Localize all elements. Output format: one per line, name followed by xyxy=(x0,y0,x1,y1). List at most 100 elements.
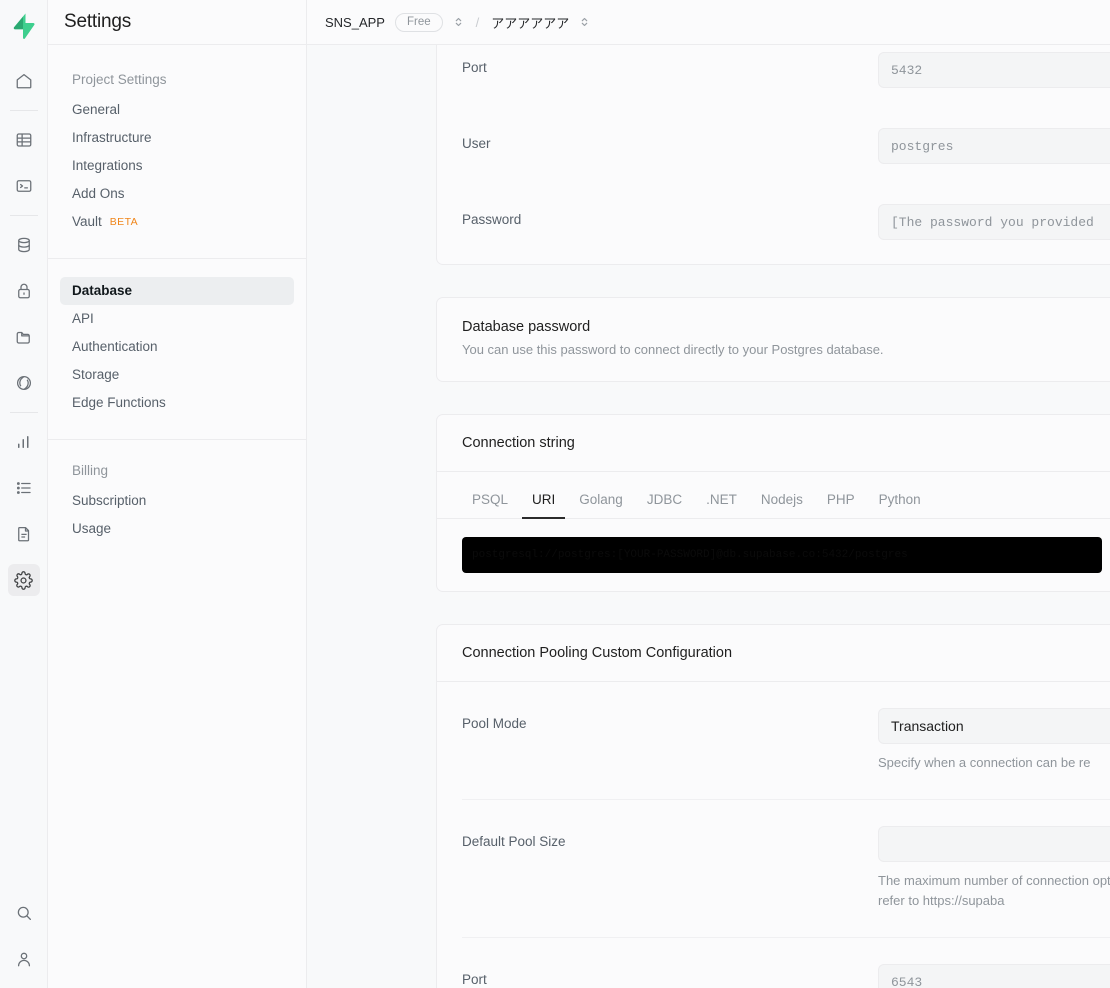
field-label: User xyxy=(462,136,491,151)
search-icon[interactable] xyxy=(8,897,40,929)
sidebar-item-api[interactable]: API xyxy=(60,305,294,333)
chevron-updown-icon[interactable] xyxy=(579,15,590,29)
connection-pooling-header: Connection Pooling Custom Configuration xyxy=(437,625,1110,682)
panel-description: You can use this password to connect dir… xyxy=(462,342,884,357)
sidebar-item-label: Vault xyxy=(72,214,102,229)
tab-nodejs[interactable]: Nodejs xyxy=(751,486,813,519)
page-title: Settings xyxy=(64,11,132,32)
rail-divider xyxy=(9,215,38,216)
default-pool-size-input[interactable] xyxy=(878,826,1110,863)
port-input[interactable]: 5432 xyxy=(878,52,1110,88)
sidebar-item-add-ons[interactable]: Add Ons xyxy=(60,180,294,208)
rail-divider xyxy=(9,110,38,111)
field-row-pooler-port: Port 6543 xyxy=(462,938,1110,988)
logs-icon[interactable] xyxy=(8,472,40,504)
main-area: SNS_APP Free / アアアアアア Port 5432 User pos… xyxy=(307,0,1110,988)
account-icon[interactable] xyxy=(8,943,40,975)
edge-functions-icon[interactable] xyxy=(8,367,40,399)
sidebar-item-label: Infrastructure xyxy=(72,130,152,145)
nav-group-billing: Billing Subscription Usage xyxy=(60,458,294,543)
rail-divider xyxy=(9,412,38,413)
sidebar-item-integrations[interactable]: Integrations xyxy=(60,152,294,180)
sidebar-item-label: Database xyxy=(72,283,133,298)
supabase-logo[interactable] xyxy=(0,6,48,46)
pool-mode-select[interactable]: Transaction xyxy=(878,708,1110,744)
api-docs-icon[interactable] xyxy=(8,518,40,550)
sidebar-item-label: API xyxy=(72,311,94,326)
breadcrumb-branch[interactable]: アアアアアア xyxy=(491,13,569,32)
connection-info-body: Port 5432 User postgres Password [The pa… xyxy=(437,45,1110,264)
field-control: 5432 xyxy=(878,52,1110,88)
sidebar-item-infrastructure[interactable]: Infrastructure xyxy=(60,124,294,152)
panel-title: Connection Pooling Custom Configuration xyxy=(462,645,733,661)
rail-bottom-group xyxy=(8,890,40,988)
field-row-default-pool-size: Default Pool Size The maximum number of … xyxy=(462,800,1110,939)
primary-icon-rail xyxy=(0,0,48,988)
field-label: Password xyxy=(462,212,522,227)
field-row-user: User postgres xyxy=(462,108,1110,184)
connection-info-panel: Port 5432 User postgres Password [The pa… xyxy=(436,45,1110,265)
home-icon[interactable] xyxy=(8,65,40,97)
settings-scroll-container[interactable]: Port 5432 User postgres Password [The pa… xyxy=(307,45,1110,988)
chevron-updown-icon[interactable] xyxy=(453,15,464,29)
sidebar-item-label: Usage xyxy=(72,521,112,536)
connection-string-panel: Connection string PSQL URI Golang JDBC .… xyxy=(436,414,1110,592)
sidebar-item-vault[interactable]: Vault BETA xyxy=(60,208,294,236)
beta-badge: BETA xyxy=(109,216,139,228)
table-editor-icon[interactable] xyxy=(8,124,40,156)
tab-jdbc[interactable]: JDBC xyxy=(637,486,692,519)
field-help: Specify when a connection can be re xyxy=(878,755,1091,770)
breadcrumb-project[interactable]: SNS_APP xyxy=(325,15,385,30)
sidebar-item-storage[interactable]: Storage xyxy=(60,361,294,389)
tab-python[interactable]: Python xyxy=(869,486,931,519)
field-control: 6543 xyxy=(878,964,1110,988)
tab-golang[interactable]: Golang xyxy=(569,486,633,519)
reports-icon[interactable] xyxy=(8,426,40,458)
field-control: The maximum number of connection optimiz… xyxy=(878,826,1110,911)
tab-psql[interactable]: PSQL xyxy=(462,486,518,519)
user-input[interactable]: postgres xyxy=(878,128,1110,164)
tab-php[interactable]: PHP xyxy=(817,486,865,519)
storage-icon[interactable] xyxy=(8,321,40,353)
database-icon[interactable] xyxy=(8,229,40,261)
sidebar-item-usage[interactable]: Usage xyxy=(60,515,294,543)
sidebar-item-label: Authentication xyxy=(72,339,158,354)
breadcrumb: SNS_APP Free / アアアアアア xyxy=(307,0,1110,45)
connection-string-code[interactable]: postgresql://postgres:[YOUR-PASSWORD]@db… xyxy=(462,537,1102,573)
field-label: Pool Mode xyxy=(462,716,527,731)
connection-pooling-body: Pool Mode Transaction Specify when a con… xyxy=(437,682,1110,988)
database-password-header: Database password You can use this passw… xyxy=(437,298,1110,381)
sidebar-item-label: Storage xyxy=(72,367,120,382)
sidebar-item-label: Integrations xyxy=(72,158,143,173)
sidebar-item-subscription[interactable]: Subscription xyxy=(60,487,294,515)
database-password-panel: Database password You can use this passw… xyxy=(436,297,1110,382)
sidebar-item-edge-functions[interactable]: Edge Functions xyxy=(60,389,294,417)
panel-title: Database password xyxy=(462,319,591,335)
settings-content: Port 5432 User postgres Password [The pa… xyxy=(307,45,1110,988)
sidebar-divider xyxy=(48,258,306,259)
sidebar-divider xyxy=(48,439,306,440)
connection-string-tabs: PSQL URI Golang JDBC .NET Nodejs PHP Pyt… xyxy=(437,472,1110,519)
sidebar-item-label: Subscription xyxy=(72,493,147,508)
sidebar-item-general[interactable]: General xyxy=(60,96,294,124)
tab-dotnet[interactable]: .NET xyxy=(696,486,747,519)
settings-sidebar: Settings Project Settings General Infras… xyxy=(48,0,307,988)
panel-title: Connection string xyxy=(462,435,575,451)
nav-group-configuration: Database API Authentication Storage Edge… xyxy=(60,277,294,417)
plan-badge[interactable]: Free xyxy=(394,12,443,32)
sidebar-item-database[interactable]: Database xyxy=(60,277,294,305)
password-input[interactable]: [The password you provided xyxy=(878,204,1110,240)
field-help: The maximum number of connection optimiz… xyxy=(878,873,1110,909)
sidebar-item-label: General xyxy=(72,102,121,117)
field-control: [The password you provided xyxy=(878,204,1110,240)
field-control: Transaction Specify when a connection ca… xyxy=(878,708,1110,773)
authentication-icon[interactable] xyxy=(8,275,40,307)
sql-editor-icon[interactable] xyxy=(8,170,40,202)
connection-pooling-panel: Connection Pooling Custom Configuration … xyxy=(436,624,1110,988)
sidebar-item-label: Add Ons xyxy=(72,186,125,201)
nav-group-header: Billing xyxy=(72,463,109,478)
settings-icon[interactable] xyxy=(7,564,40,596)
sidebar-item-authentication[interactable]: Authentication xyxy=(60,333,294,361)
tab-uri[interactable]: URI xyxy=(522,486,566,519)
pooler-port-input[interactable]: 6543 xyxy=(878,964,1110,988)
